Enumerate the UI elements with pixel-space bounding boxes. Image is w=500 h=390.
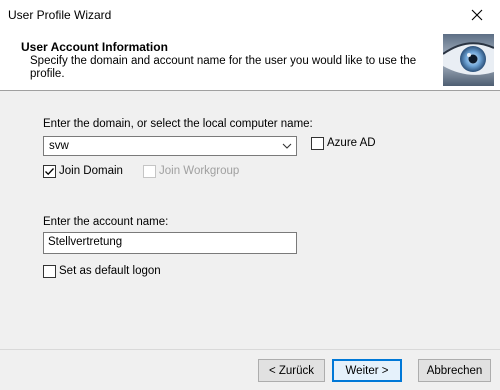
account-name-input[interactable]: [48, 236, 288, 248]
title-bar: User Profile Wizard: [0, 0, 500, 30]
join-domain-label[interactable]: Join Domain: [59, 165, 123, 177]
close-button[interactable]: [454, 0, 500, 30]
footer-divider: [0, 349, 500, 350]
eye-icon: [443, 34, 494, 86]
chevron-down-icon[interactable]: [282, 142, 292, 150]
domain-combobox[interactable]: svw: [43, 136, 297, 156]
header-subtitle: Specify the domain and account name for …: [30, 55, 417, 80]
close-icon[interactable]: [471, 9, 483, 21]
window-title: User Profile Wizard: [8, 8, 112, 22]
azure-ad-label[interactable]: Azure AD: [327, 137, 376, 149]
cancel-button[interactable]: Abbrechen: [418, 359, 491, 382]
checkmark-icon: [45, 168, 54, 176]
header-title: User Account Information: [21, 40, 168, 54]
domain-label: Enter the domain, or select the local co…: [43, 118, 313, 130]
join-workgroup-label: Join Workgroup: [159, 165, 240, 177]
back-button[interactable]: < Zurück: [258, 359, 325, 382]
wizard-header: User Account Information Specify the dom…: [0, 30, 500, 91]
azure-ad-checkbox[interactable]: [311, 137, 324, 150]
domain-value: svw: [49, 140, 69, 152]
default-logon-checkbox[interactable]: [43, 265, 56, 278]
account-name-field[interactable]: [43, 232, 297, 254]
default-logon-label[interactable]: Set as default logon: [59, 265, 161, 277]
next-button[interactable]: Weiter >: [332, 359, 402, 382]
account-label: Enter the account name:: [43, 216, 169, 228]
join-domain-checkbox[interactable]: [43, 165, 56, 178]
join-workgroup-checkbox: [143, 165, 156, 178]
